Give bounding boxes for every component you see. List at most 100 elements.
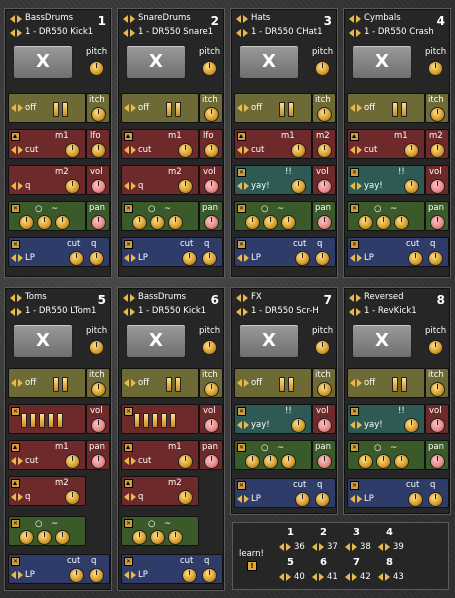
slider[interactable] [134, 413, 140, 428]
slider[interactable] [152, 413, 158, 428]
slider[interactable] [21, 413, 27, 428]
trigger-button[interactable]: X [126, 45, 186, 79]
slider[interactable] [401, 102, 407, 117]
filter-type-arrows-icon[interactable] [11, 253, 23, 263]
shape-knob-2[interactable] [376, 454, 391, 469]
note-arrows-icon[interactable] [279, 542, 291, 552]
m2-knob[interactable] [65, 179, 80, 194]
slider[interactable] [53, 102, 59, 117]
preset-arrows-icon[interactable] [349, 307, 361, 317]
slider[interactable] [170, 413, 176, 428]
q-knob[interactable] [89, 251, 104, 266]
m1-knob[interactable] [178, 454, 193, 469]
trigger-button[interactable]: X [239, 324, 299, 358]
category-arrows-icon[interactable] [236, 293, 248, 303]
filter-type-arrows-icon[interactable] [124, 253, 136, 263]
mode-arrows-icon[interactable] [124, 103, 136, 113]
shape-knob-1[interactable] [19, 215, 34, 230]
category-arrows-icon[interactable] [236, 14, 248, 24]
slider[interactable] [279, 102, 285, 117]
learn-button[interactable]: ! [247, 561, 257, 571]
shape-knob-1[interactable] [132, 215, 147, 230]
note-arrows-icon[interactable] [345, 572, 357, 582]
note-arrows-icon[interactable] [345, 542, 357, 552]
category-arrows-icon[interactable] [349, 293, 361, 303]
filter-type-arrows-icon[interactable] [237, 494, 249, 504]
filter-type-arrows-icon[interactable] [350, 494, 362, 504]
mode-arrows-icon[interactable] [350, 181, 362, 191]
mode-arrows-icon[interactable] [350, 420, 362, 430]
cutoff-knob[interactable] [408, 251, 423, 266]
preset-arrows-icon[interactable] [10, 28, 22, 38]
pan-knob[interactable] [317, 454, 332, 469]
pitch-knob[interactable] [315, 340, 330, 355]
mode-arrows-icon[interactable] [350, 378, 362, 388]
cutoff-knob[interactable] [295, 492, 310, 507]
target-arrows-icon[interactable] [350, 145, 362, 155]
up-icon[interactable] [11, 132, 20, 141]
shape-knob-2[interactable] [150, 215, 165, 230]
trigger-button[interactable]: X [126, 324, 186, 358]
pan-knob[interactable] [204, 454, 219, 469]
shape-knob-1[interactable] [19, 530, 34, 545]
category-arrows-icon[interactable] [123, 293, 135, 303]
m1-knob[interactable] [178, 143, 193, 158]
slider[interactable] [401, 377, 407, 392]
slider[interactable] [62, 377, 68, 392]
pan-knob[interactable] [317, 215, 332, 230]
m1-knob[interactable] [291, 143, 306, 158]
pan-knob[interactable] [204, 215, 219, 230]
target-arrows-icon[interactable] [124, 181, 136, 191]
shape-knob-3[interactable] [281, 454, 296, 469]
enable-checkbox[interactable]: ✕ [350, 204, 359, 213]
enable-checkbox[interactable]: ✕ [124, 407, 133, 416]
vol-knob[interactable] [204, 418, 219, 433]
shape-knob-3[interactable] [394, 215, 409, 230]
shape-knob-3[interactable] [55, 530, 70, 545]
mode-arrows-icon[interactable] [11, 103, 23, 113]
preset-arrows-icon[interactable] [236, 307, 248, 317]
trigger-button[interactable]: X [352, 324, 412, 358]
vol-knob[interactable] [204, 179, 219, 194]
enable-checkbox[interactable]: ✕ [11, 519, 20, 528]
amount-knob[interactable] [291, 418, 306, 433]
up-icon[interactable] [124, 132, 133, 141]
enable-checkbox[interactable]: ✕ [350, 481, 359, 490]
cutoff-knob[interactable] [69, 568, 84, 583]
enable-checkbox[interactable]: ✕ [124, 519, 133, 528]
enable-checkbox[interactable]: ✕ [237, 168, 246, 177]
enable-checkbox[interactable]: ✕ [124, 240, 133, 249]
q-knob[interactable] [315, 492, 330, 507]
m2-knob[interactable] [178, 490, 193, 505]
enable-checkbox[interactable]: ✕ [350, 240, 359, 249]
pan-knob[interactable] [91, 215, 106, 230]
itch-knob[interactable] [430, 107, 445, 122]
target-arrows-icon[interactable] [11, 456, 23, 466]
shape-knob-3[interactable] [168, 530, 183, 545]
shape-knob-2[interactable] [263, 454, 278, 469]
itch-knob[interactable] [91, 107, 106, 122]
preset-arrows-icon[interactable] [349, 28, 361, 38]
pan-knob[interactable] [430, 215, 445, 230]
trigger-button[interactable]: X [13, 45, 73, 79]
slider[interactable] [288, 377, 294, 392]
itch-knob[interactable] [430, 382, 445, 397]
shape-knob-1[interactable] [358, 215, 373, 230]
pitch-knob[interactable] [202, 340, 217, 355]
shape-knob-3[interactable] [394, 454, 409, 469]
up-icon[interactable] [237, 132, 246, 141]
category-arrows-icon[interactable] [10, 14, 22, 24]
trigger-button[interactable]: X [239, 45, 299, 79]
m1-knob[interactable] [65, 143, 80, 158]
shape-knob-2[interactable] [37, 215, 52, 230]
enable-checkbox[interactable]: ✕ [350, 407, 359, 416]
q-knob[interactable] [89, 568, 104, 583]
vol-knob[interactable] [91, 179, 106, 194]
m2-knob[interactable] [317, 143, 332, 158]
q-knob[interactable] [315, 251, 330, 266]
cutoff-knob[interactable] [182, 568, 197, 583]
pitch-knob[interactable] [315, 61, 330, 76]
vol-knob[interactable] [317, 179, 332, 194]
slider[interactable] [392, 102, 398, 117]
enable-checkbox[interactable]: ✕ [11, 240, 20, 249]
